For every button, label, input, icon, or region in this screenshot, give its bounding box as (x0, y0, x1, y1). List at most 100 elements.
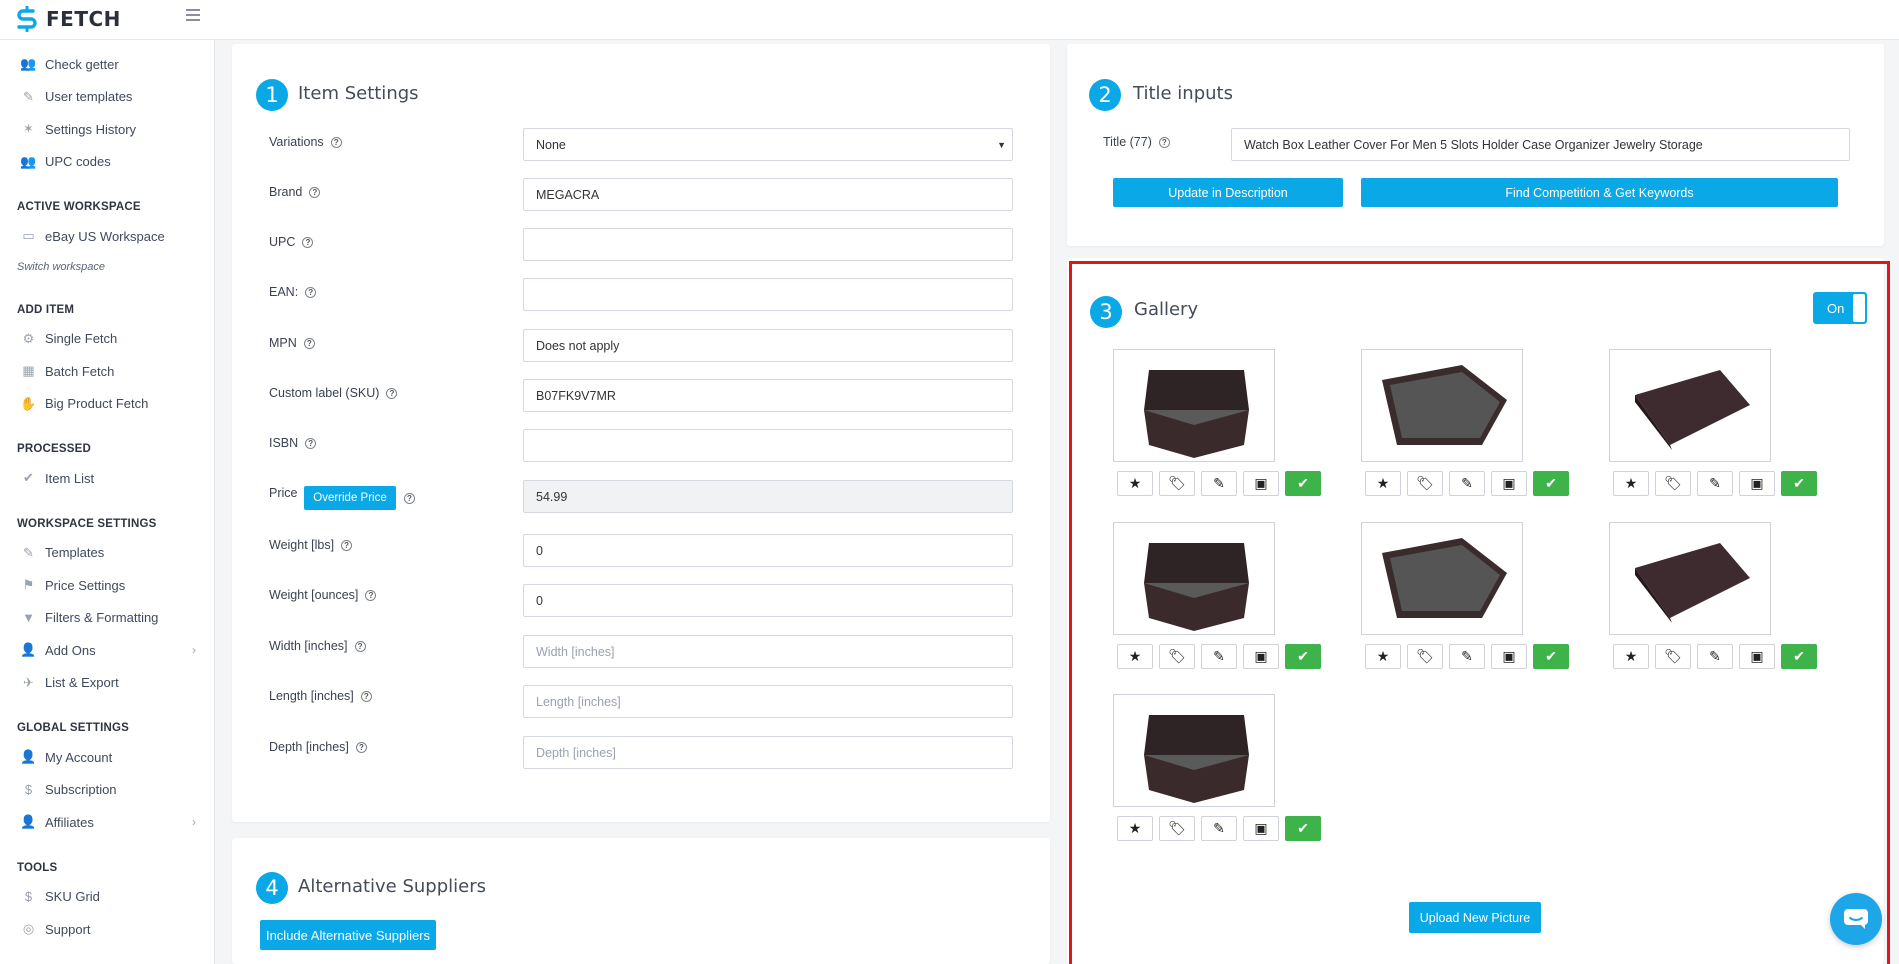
include-alternative-suppliers-button[interactable]: Include Alternative Suppliers (260, 920, 436, 950)
help-icon[interactable]: ? (302, 236, 314, 248)
menu-toggle-icon[interactable] (186, 9, 200, 23)
upload-new-picture-button[interactable]: Upload New Picture (1409, 902, 1541, 933)
switch-workspace-link[interactable]: Switch workspace (0, 253, 214, 281)
approve-icon-button[interactable]: ✔ (1285, 816, 1321, 841)
edit-icon-button[interactable]: ✎ (1201, 644, 1237, 669)
sidebar-item-batch-fetch[interactable]: ▦ Batch Fetch (0, 355, 214, 388)
approve-icon-button[interactable]: ✔ (1781, 471, 1817, 496)
update-in-description-button[interactable]: Update in Description (1113, 178, 1343, 207)
image-icon-button[interactable]: ▣ (1739, 644, 1775, 669)
sidebar-item-big-product-fetch[interactable]: ✋ Big Product Fetch (0, 388, 214, 421)
sidebar-item-item-list[interactable]: ✔ Item List (0, 462, 214, 495)
image-icon-button[interactable]: ▣ (1491, 644, 1527, 669)
length-input[interactable]: Length [inches] (523, 685, 1013, 718)
star-icon-button[interactable]: ★ (1117, 816, 1153, 841)
approve-icon-button[interactable]: ✔ (1533, 644, 1569, 669)
star-icon-button[interactable]: ★ (1117, 471, 1153, 496)
star-icon-button[interactable]: ★ (1613, 471, 1649, 496)
gallery-thumbnail[interactable] (1113, 349, 1275, 462)
sidebar-item-ebay-workspace[interactable]: ▭ eBay US Workspace (0, 220, 214, 253)
approve-icon-button[interactable]: ✔ (1781, 644, 1817, 669)
depth-input[interactable]: Depth [inches] (523, 736, 1013, 769)
ean-input[interactable] (523, 278, 1013, 311)
sidebar-item-my-account[interactable]: 👤 My Account (0, 741, 214, 774)
help-icon[interactable]: ? (355, 741, 367, 753)
gallery-thumbnail[interactable] (1113, 694, 1275, 807)
help-icon[interactable]: ? (305, 286, 317, 298)
tag-icon-button[interactable]: 🏷 (1159, 471, 1195, 496)
tag-icon-button[interactable]: 🏷 (1159, 816, 1195, 841)
gallery-thumbnail[interactable] (1113, 522, 1275, 635)
sidebar-item-templates[interactable]: ✎ Templates (0, 537, 214, 570)
sku-input[interactable]: B07FK9V7MR (523, 379, 1013, 412)
help-icon[interactable]: ? (354, 640, 366, 652)
edit-icon-button[interactable]: ✎ (1201, 816, 1237, 841)
upc-input[interactable] (523, 228, 1013, 261)
tag-icon-button[interactable]: 🏷 (1655, 471, 1691, 496)
edit-icon-button[interactable]: ✎ (1449, 471, 1485, 496)
mpn-input[interactable]: Does not apply (523, 329, 1013, 362)
tag-icon-button[interactable]: 🏷 (1407, 471, 1443, 496)
brand-input[interactable]: MEGACRA (523, 178, 1013, 211)
help-icon[interactable]: ? (1158, 136, 1170, 148)
approve-icon-button[interactable]: ✔ (1533, 471, 1569, 496)
help-icon[interactable]: ? (330, 136, 342, 148)
gallery-toggle[interactable]: On (1813, 292, 1867, 324)
weight-oz-input[interactable]: 0 (523, 584, 1013, 617)
image-icon-button[interactable]: ▣ (1243, 471, 1279, 496)
star-icon-button[interactable]: ★ (1365, 471, 1401, 496)
field-label: Length [inches] (269, 689, 354, 703)
width-input[interactable]: Width [inches] (523, 635, 1013, 668)
sidebar-item-user-templates[interactable]: ✎ User templates (0, 81, 214, 114)
gallery-thumbnail[interactable] (1361, 349, 1523, 462)
override-price-button[interactable]: Override Price (304, 486, 396, 510)
tag-icon-button[interactable]: 🏷 (1159, 644, 1195, 669)
star-icon-button[interactable]: ★ (1613, 644, 1649, 669)
help-icon[interactable]: ? (365, 589, 377, 601)
sidebar-item-support[interactable]: ◎ Support (0, 913, 214, 946)
sidebar-item-settings-history[interactable]: ✶ Settings History (0, 113, 214, 146)
star-icon-button[interactable]: ★ (1117, 644, 1153, 669)
edit-icon-button[interactable]: ✎ (1449, 644, 1485, 669)
gallery-thumbnail[interactable] (1609, 349, 1771, 462)
image-icon-button[interactable]: ▣ (1243, 644, 1279, 669)
image-icon-button[interactable]: ▣ (1491, 471, 1527, 496)
edit-icon-button[interactable]: ✎ (1697, 644, 1733, 669)
sidebar-item-sku-grid[interactable]: $ SKU Grid (0, 881, 214, 914)
approve-icon-button[interactable]: ✔ (1285, 471, 1321, 496)
edit-icon-button[interactable]: ✎ (1201, 471, 1237, 496)
tag-icon-button[interactable]: 🏷 (1655, 644, 1691, 669)
help-icon[interactable]: ? (386, 387, 398, 399)
image-icon-button[interactable]: ▣ (1739, 471, 1775, 496)
variations-select[interactable]: None ▼ (523, 128, 1013, 161)
gallery-thumbnail[interactable] (1609, 522, 1771, 635)
tag-icon-button[interactable]: 🏷 (1407, 644, 1443, 669)
gallery-thumbnail[interactable] (1361, 522, 1523, 635)
help-icon[interactable]: ? (341, 539, 353, 551)
help-icon[interactable]: ? (309, 186, 321, 198)
price-input[interactable]: 54.99 (523, 480, 1013, 513)
sidebar-item-list-export[interactable]: ✈ List & Export (0, 667, 214, 700)
edit-icon-button[interactable]: ✎ (1697, 471, 1733, 496)
sidebar-item-single-fetch[interactable]: ⚙ Single Fetch (0, 323, 214, 356)
sidebar-item-subscription[interactable]: $ Subscription (0, 774, 214, 807)
help-icon[interactable]: ? (305, 437, 317, 449)
help-icon[interactable]: ? (404, 493, 415, 504)
title-input[interactable]: Watch Box Leather Cover For Men 5 Slots … (1231, 128, 1850, 161)
approve-icon-button[interactable]: ✔ (1285, 644, 1321, 669)
sidebar-item-price-settings[interactable]: ⚑ Price Settings (0, 569, 214, 602)
isbn-input[interactable] (523, 429, 1013, 462)
sidebar-item-upc-codes[interactable]: 👥 UPC codes (0, 146, 214, 179)
chat-widget-button[interactable] (1830, 893, 1882, 945)
help-icon[interactable]: ? (303, 337, 315, 349)
sidebar-item-affiliates[interactable]: 👤 Affiliates › (0, 806, 214, 839)
help-icon[interactable]: ? (360, 690, 372, 702)
star-icon-button[interactable]: ★ (1365, 644, 1401, 669)
find-competition-button[interactable]: Find Competition & Get Keywords (1361, 178, 1838, 207)
image-icon-button[interactable]: ▣ (1243, 816, 1279, 841)
sidebar-item-add-ons[interactable]: 👤 Add Ons › (0, 634, 214, 667)
sidebar-item-check-getter[interactable]: 👥 Check getter (0, 48, 214, 81)
sidebar-item-filters-formatting[interactable]: ▼ Filters & Formatting (0, 602, 214, 635)
logo[interactable]: FETCH (14, 6, 121, 32)
weight-lbs-input[interactable]: 0 (523, 534, 1013, 567)
